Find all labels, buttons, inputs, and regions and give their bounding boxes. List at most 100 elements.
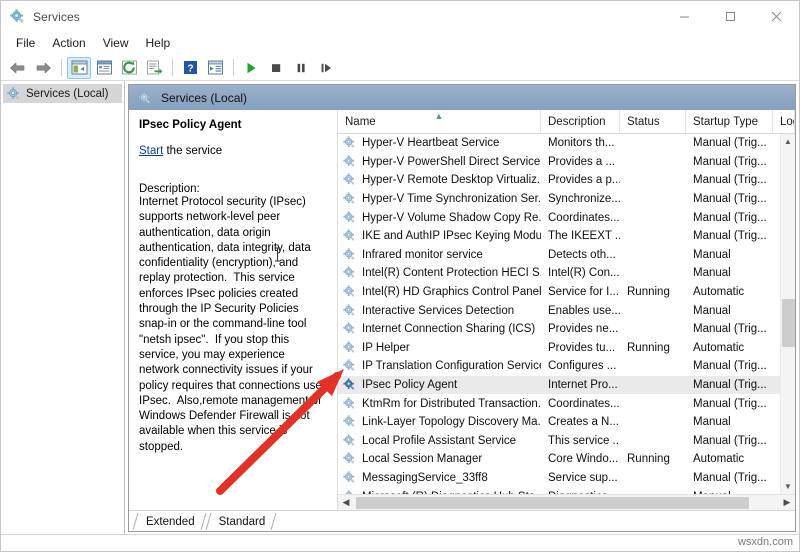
table-row[interactable]: Hyper-V Volume Shadow Copy Re... Coordina… bbox=[338, 208, 795, 227]
services-gear-icon bbox=[343, 229, 357, 243]
toolbar-separator bbox=[172, 59, 173, 76]
service-description-cell: Core Windo... bbox=[548, 453, 619, 466]
services-gear-icon bbox=[343, 285, 357, 299]
export-list-icon[interactable] bbox=[142, 57, 166, 79]
start-the-service-link[interactable]: Start bbox=[139, 145, 163, 157]
table-row[interactable]: Intel(R) HD Graphics Control Panel... Ser… bbox=[338, 283, 795, 302]
scroll-left-icon[interactable]: ◀ bbox=[338, 495, 354, 511]
play-icon[interactable] bbox=[239, 57, 263, 79]
menu-help[interactable]: Help bbox=[138, 34, 180, 53]
service-name-text: Internet Connection Sharing (ICS) bbox=[362, 323, 536, 336]
table-row[interactable]: Local Session Manager Core Windo... Runnin… bbox=[338, 450, 795, 469]
service-name-cell: Hyper-V Heartbeat Service bbox=[338, 136, 541, 150]
action-pane-icon[interactable] bbox=[203, 57, 227, 79]
service-name-cell: Hyper-V Volume Shadow Copy Re... bbox=[338, 211, 541, 225]
column-header-status[interactable]: Status bbox=[620, 110, 686, 133]
table-row[interactable]: Local Profile Assistant Service This serv… bbox=[338, 432, 795, 451]
service-name-cell: IP Helper bbox=[338, 341, 541, 355]
service-description-cell: Internet Pro... bbox=[548, 379, 618, 392]
column-header-name[interactable]: ▲ Name bbox=[338, 110, 541, 133]
table-row[interactable]: MessagingService_33ff8 Service sup... Manu… bbox=[338, 469, 795, 488]
scroll-up-icon[interactable]: ▲ bbox=[781, 134, 796, 149]
menu-action[interactable]: Action bbox=[44, 34, 94, 53]
column-header-description[interactable]: Description bbox=[541, 110, 620, 133]
table-row[interactable]: Internet Connection Sharing (ICS) Provide… bbox=[338, 320, 795, 339]
service-name-cell: Local Profile Assistant Service bbox=[338, 434, 541, 448]
text-cursor-icon bbox=[274, 247, 281, 262]
services-gear-icon bbox=[343, 211, 357, 225]
tree-item-services-local[interactable]: Services (Local) bbox=[3, 84, 122, 103]
restart-icon[interactable] bbox=[314, 57, 338, 79]
service-status-cell: Running bbox=[627, 341, 670, 354]
scroll-down-icon[interactable]: ▼ bbox=[781, 479, 796, 494]
help-icon[interactable]: ? bbox=[178, 57, 202, 79]
services-gear-icon bbox=[343, 304, 357, 318]
services-gear-icon bbox=[343, 341, 357, 355]
tab-standard[interactable]: Standard bbox=[205, 512, 277, 531]
menu-file[interactable]: File bbox=[8, 34, 44, 53]
service-description-cell: Coordinates... bbox=[548, 211, 620, 224]
pause-icon[interactable] bbox=[289, 57, 313, 79]
close-icon[interactable] bbox=[753, 1, 799, 32]
arrow-left-icon[interactable] bbox=[6, 57, 30, 79]
service-startup-cell: Automatic bbox=[693, 453, 745, 466]
table-row[interactable]: Hyper-V PowerShell Direct Service Provide… bbox=[338, 153, 795, 172]
service-name-text: Local Session Manager bbox=[362, 453, 483, 466]
table-row[interactable]: IP Translation Configuration Service Conf… bbox=[338, 357, 795, 376]
services-gear-icon bbox=[7, 86, 21, 101]
horizontal-scrollbar[interactable]: ◀ ▶ bbox=[338, 494, 795, 510]
services-gear-icon bbox=[343, 322, 357, 336]
service-name-cell: Infrared monitor service bbox=[338, 248, 541, 262]
service-description-cell: Service sup... bbox=[548, 471, 618, 484]
results-pane: Services (Local) IPsec Policy Agent Star… bbox=[125, 81, 799, 534]
stop-icon[interactable] bbox=[264, 57, 288, 79]
table-row[interactable]: IPsec Policy Agent Internet Pro... Manual … bbox=[338, 375, 795, 395]
service-name-text: Hyper-V Volume Shadow Copy Re... bbox=[362, 211, 541, 224]
vertical-scroll-track[interactable] bbox=[781, 149, 796, 479]
service-name-text: Hyper-V Time Synchronization Ser... bbox=[362, 193, 541, 206]
results-pane-frame: Services (Local) IPsec Policy Agent Star… bbox=[128, 84, 796, 532]
table-row[interactable]: IP HelperProvides tu...RunningAutomaticL… bbox=[338, 339, 795, 358]
services-gear-icon bbox=[343, 359, 357, 373]
table-row[interactable]: KtmRm for Distributed Transaction... Coor… bbox=[338, 394, 795, 413]
table-row[interactable]: IKE and AuthIP IPsec Keying Modu... The I… bbox=[338, 227, 795, 246]
minimize-icon[interactable] bbox=[661, 1, 707, 32]
service-detail-pane: IPsec Policy Agent Start the service Des… bbox=[129, 110, 333, 510]
service-name-text: IPsec Policy Agent bbox=[362, 379, 458, 392]
results-pane-title: Services (Local) bbox=[161, 90, 248, 105]
service-description-cell: Intel(R) Con... bbox=[548, 267, 620, 280]
service-description-cell: Provides tu... bbox=[548, 341, 616, 354]
horizontal-scroll-track[interactable] bbox=[354, 495, 779, 511]
vertical-scroll-thumb[interactable] bbox=[781, 299, 795, 347]
tab-extended[interactable]: Extended bbox=[132, 512, 207, 531]
service-name-cell: IP Translation Configuration Service bbox=[338, 359, 541, 373]
service-name-text: IP Helper bbox=[362, 341, 410, 354]
table-row[interactable]: Infrared monitor service Detects oth... Ma… bbox=[338, 246, 795, 265]
table-row[interactable]: Hyper-V Time Synchronization Ser... Synch… bbox=[338, 190, 795, 209]
vertical-scrollbar[interactable]: ▲ ▼ bbox=[780, 134, 795, 494]
maximize-icon[interactable] bbox=[707, 1, 753, 32]
arrow-right-icon[interactable] bbox=[31, 57, 55, 79]
refresh-icon[interactable] bbox=[117, 57, 141, 79]
properties-icon[interactable] bbox=[92, 57, 116, 79]
console-tree-icon[interactable] bbox=[67, 56, 91, 79]
services-gear-icon bbox=[343, 415, 357, 429]
table-row[interactable]: Microsoft (R) Diagnostics Hub Sta...Diag… bbox=[338, 487, 795, 494]
service-startup-cell: Manual (Trig... bbox=[693, 434, 767, 447]
menu-view[interactable]: View bbox=[95, 34, 138, 53]
service-description-cell: Service for I... bbox=[548, 286, 619, 299]
horizontal-scroll-thumb[interactable] bbox=[356, 496, 749, 509]
service-name-cell: Hyper-V PowerShell Direct Service bbox=[338, 155, 541, 169]
table-row[interactable]: Interactive Services Detection Enables us… bbox=[338, 301, 795, 320]
service-name-text: Interactive Services Detection bbox=[362, 304, 515, 317]
column-header-log-on-as[interactable]: Log bbox=[773, 110, 795, 133]
service-name-cell: KtmRm for Distributed Transaction... bbox=[338, 397, 541, 411]
services-gear-icon bbox=[343, 192, 357, 206]
table-row[interactable]: Hyper-V Remote Desktop Virtualiz... Provi… bbox=[338, 171, 795, 190]
scroll-right-icon[interactable]: ▶ bbox=[779, 495, 795, 511]
table-row[interactable]: Link-Layer Topology Discovery Ma... Creat… bbox=[338, 413, 795, 432]
table-row[interactable]: Intel(R) Content Protection HECI S... Int… bbox=[338, 264, 795, 283]
title-bar: Services bbox=[1, 1, 799, 32]
table-row[interactable]: Hyper-V Heartbeat Service Monitors th... M… bbox=[338, 134, 795, 153]
column-header-startup-type[interactable]: Startup Type bbox=[686, 110, 773, 133]
